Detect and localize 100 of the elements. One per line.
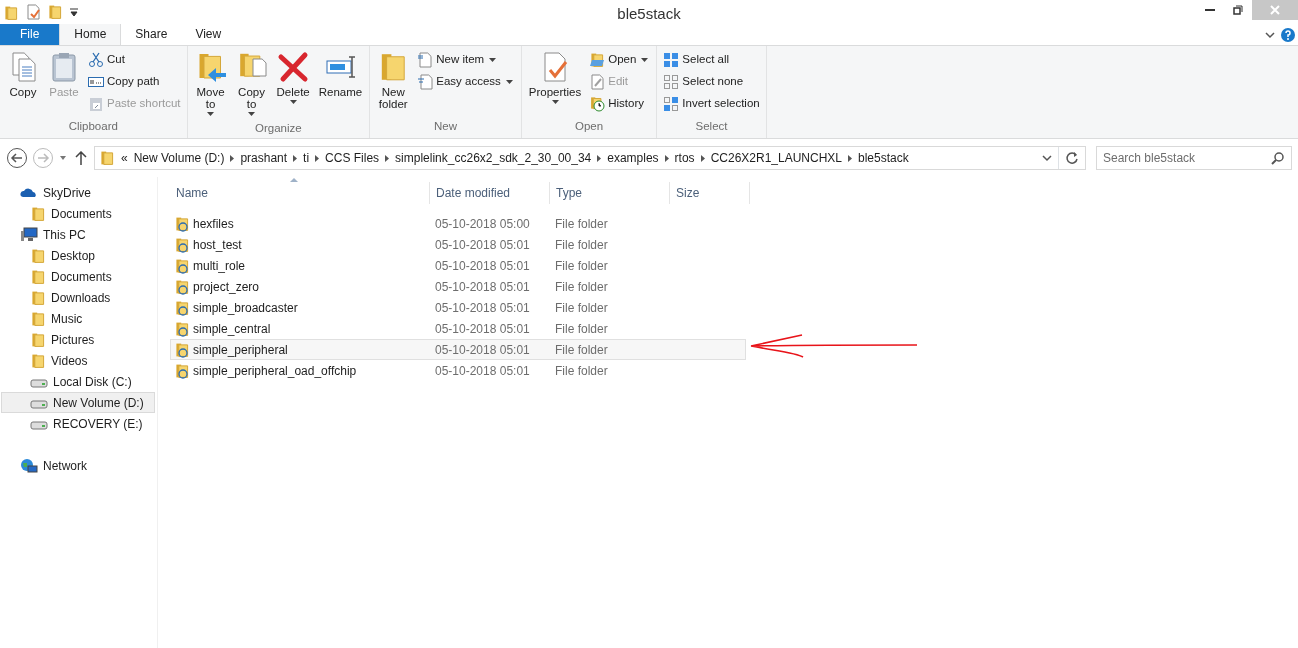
folder-icon (30, 310, 46, 327)
delete-icon (277, 51, 310, 83)
breadcrumb-item[interactable]: examples (607, 149, 659, 167)
ribbon-tab[interactable]: View (181, 23, 236, 45)
ribbon-button[interactable]: New folder (374, 49, 413, 112)
help-button[interactable] (1281, 28, 1295, 42)
navigation-item[interactable]: Local Disk (C:) (1, 371, 155, 392)
pencil-document-icon (589, 74, 606, 90)
breadcrumb-item[interactable]: simplelink_cc26x2_sdk_2_30_00_34 (395, 149, 592, 167)
file-name: simple_broadcaster (193, 299, 298, 317)
ribbon-button[interactable]: Copy to (232, 49, 271, 120)
expand-ribbon-button[interactable] (1265, 30, 1275, 40)
chevron-icon (230, 154, 235, 162)
sync-folder-icon (174, 341, 190, 358)
chevron-icon (1042, 153, 1052, 163)
navigation-item[interactable]: New Volume (D:) (1, 392, 155, 413)
file-name: simple_peripheral_oad_offchip (193, 362, 357, 380)
ribbon-button[interactable]: Copy path (86, 71, 183, 93)
file-type: File folder (555, 278, 609, 296)
breadcrumb-overflow[interactable]: « (121, 149, 128, 167)
breadcrumb-item[interactable]: ble5stack (858, 149, 909, 167)
address-field[interactable]: « New Volume (D:) prashant ti CCS Files simplelink_cc26x2_sdk_2_30_00_34 examples rtos CC26X2R1_LAUNCHXL ble5stack (94, 146, 1086, 170)
empty-grid-icon (663, 74, 680, 90)
group-label: Organize (254, 121, 303, 136)
ribbon-button[interactable]: Easy access (415, 71, 517, 93)
file-row[interactable]: simple_peripheral 05-10-2018 05:01 File folder (170, 339, 746, 360)
file-row[interactable]: simple_peripheral_oad_offchip 05-10-2018 05:01 File folder (170, 360, 746, 381)
date-modified: 05-10-2018 05:01 (435, 362, 531, 380)
file-row[interactable]: multi_role 05-10-2018 05:01 File folder (170, 255, 746, 276)
up-button[interactable] (75, 151, 87, 165)
globe-icon (20, 457, 38, 474)
ribbon-button[interactable]: Select all (661, 49, 762, 71)
ribbon-button[interactable]: History (587, 93, 653, 115)
folder-icon (3, 4, 19, 21)
navigation-item[interactable]: SkyDrive (1, 182, 155, 203)
column-header[interactable]: Name (170, 182, 430, 204)
dropdown-icon (69, 7, 79, 17)
date-modified: 05-10-2018 05:01 (435, 278, 531, 296)
file-row[interactable]: simple_broadcaster 05-10-2018 05:01 File folder (170, 297, 746, 318)
navigation-item[interactable]: Documents (1, 203, 155, 224)
sync-folder-icon (174, 362, 190, 379)
navigation-item[interactable]: RECOVERY (E:) (1, 413, 155, 434)
navigation-item[interactable]: Downloads (1, 287, 155, 308)
grid-icon (663, 52, 680, 68)
file-type: File folder (555, 299, 609, 317)
navigation-item[interactable]: Music (1, 308, 155, 329)
ribbon-button[interactable]: Properties (525, 49, 585, 115)
file-row[interactable]: hexfiles 05-10-2018 05:00 File folder (170, 213, 746, 234)
history-icon (589, 96, 606, 112)
navigation-item[interactable]: Desktop (1, 245, 155, 266)
customize-quick-access-button[interactable] (69, 7, 79, 17)
column-header[interactable]: Size (670, 182, 750, 204)
file-name: multi_role (193, 257, 246, 275)
folder-icon (30, 247, 46, 264)
document-check-icon (25, 4, 41, 20)
date-modified: 05-10-2018 05:01 (435, 299, 531, 317)
group-label: Select (694, 118, 729, 134)
back-button[interactable] (6, 147, 28, 169)
ribbon-tab[interactable]: Share (121, 23, 182, 45)
date-modified: 05-10-2018 05:01 (435, 341, 531, 359)
ribbon-button[interactable]: Move to (191, 49, 230, 120)
ribbon-button[interactable]: Copy (4, 49, 42, 115)
navigation-item[interactable]: This PC (1, 224, 155, 245)
sync-folder-icon (174, 257, 190, 274)
folder-icon (99, 150, 115, 166)
ribbon-button[interactable]: Delete (273, 49, 313, 120)
ribbon-button[interactable]: Rename (315, 49, 366, 120)
date-modified: 05-10-2018 05:00 (435, 215, 531, 233)
breadcrumb-item[interactable]: rtos (674, 149, 695, 167)
ribbon-button[interactable]: Invert selection (661, 93, 762, 115)
column-header[interactable]: Type (550, 182, 670, 204)
ribbon-button[interactable]: Select none (661, 71, 762, 93)
search-field[interactable]: Search ble5stack (1096, 146, 1292, 170)
close-icon (1270, 5, 1280, 15)
open-folder-icon (589, 52, 606, 68)
breadcrumb-item[interactable]: CCS Files (325, 149, 380, 167)
file-row[interactable]: host_test 05-10-2018 05:01 File folder (170, 234, 746, 255)
breadcrumb-item[interactable]: prashant (240, 149, 288, 167)
file-row[interactable]: project_zero 05-10-2018 05:01 File folder (170, 276, 746, 297)
breadcrumb-item[interactable]: New Volume (D:) (133, 149, 225, 167)
file-type: File folder (555, 215, 609, 233)
help-icon (1281, 28, 1295, 42)
file-name: simple_peripheral (193, 341, 288, 359)
navigation-item[interactable]: Pictures (1, 329, 155, 350)
ribbon-button[interactable]: Cut (86, 49, 183, 71)
date-modified: 05-10-2018 05:01 (435, 236, 531, 254)
file-row[interactable]: simple_central 05-10-2018 05:01 File folder (170, 318, 746, 339)
column-header[interactable]: Date modified (430, 182, 550, 204)
properties-quick-button[interactable] (25, 4, 41, 20)
navigation-item[interactable]: Videos (1, 350, 155, 371)
breadcrumb-item[interactable]: ti (303, 149, 310, 167)
navigation-item[interactable]: Documents (1, 266, 155, 287)
ribbon-button[interactable]: Open (587, 49, 653, 71)
window-title: ble5stack (617, 4, 681, 24)
breadcrumb-item[interactable]: CC26X2R1_LAUNCHXL (710, 149, 842, 167)
navigation-item[interactable]: Network (1, 455, 155, 476)
file-type: File folder (555, 362, 609, 380)
ribbon-tab[interactable]: Home (59, 22, 122, 45)
ribbon-button[interactable]: New item (415, 49, 517, 71)
file-menu-tab[interactable]: File (0, 23, 60, 45)
